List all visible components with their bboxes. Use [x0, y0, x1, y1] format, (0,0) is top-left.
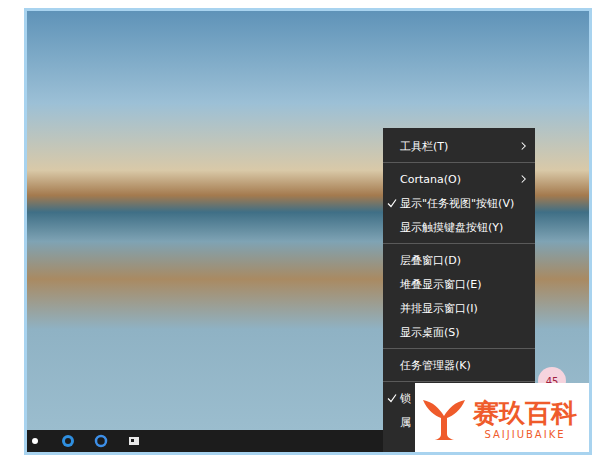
edge-icon[interactable] [60, 433, 76, 449]
menu-item-label: 显示触摸键盘按钮(Y) [400, 220, 527, 235]
cortana-icon[interactable] [93, 433, 109, 449]
whale-tail-logo-icon [419, 394, 469, 444]
menu-separator [383, 243, 535, 244]
menu-item[interactable]: 任务管理器(K) [383, 353, 535, 377]
page: 工具栏(T) Cortana(O) 显示"任务视图"按钮(V) 显示触摸键盘按钮… [0, 0, 600, 465]
menu-separator [383, 381, 535, 382]
check-mark-icon [383, 393, 400, 403]
menu-item[interactable]: 层叠窗口(D) [383, 248, 535, 272]
check-mark-icon [383, 198, 400, 208]
menu-item-label: 堆叠显示窗口(E) [400, 277, 527, 292]
watermark-title: 赛玖百科 [473, 398, 577, 429]
watermark-subtitle: SAIJIUBAIKE [484, 429, 565, 440]
menu-item-label: Cortana(O) [400, 173, 520, 186]
start-icon[interactable] [27, 433, 43, 449]
menu-item[interactable]: Cortana(O) [383, 167, 535, 191]
menu-item-label: 工具栏(T) [400, 139, 520, 154]
menu-item[interactable]: 工具栏(T) [383, 134, 535, 158]
menu-separator [383, 162, 535, 163]
menu-item[interactable]: 显示触摸键盘按钮(Y) [383, 215, 535, 239]
menu-item-label: 并排显示窗口(I) [400, 301, 527, 316]
menu-item[interactable]: 显示桌面(S) [383, 320, 535, 344]
menu-separator [383, 348, 535, 349]
app-icon[interactable] [126, 433, 142, 449]
menu-item-label: 显示桌面(S) [400, 325, 527, 340]
menu-item[interactable]: 显示"任务视图"按钮(V) [383, 191, 535, 215]
watermark: 赛玖百科 SAIJIUBAIKE [415, 383, 592, 455]
menu-item-label: 显示"任务视图"按钮(V) [400, 196, 527, 211]
menu-item[interactable]: 并排显示窗口(I) [383, 296, 535, 320]
chevron-right-icon [520, 174, 527, 184]
screenshot-frame: 工具栏(T) Cortana(O) 显示"任务视图"按钮(V) 显示触摸键盘按钮… [24, 8, 592, 455]
menu-item-label: 任务管理器(K) [400, 358, 527, 373]
chevron-right-icon [520, 141, 527, 151]
menu-item-label: 层叠窗口(D) [400, 253, 527, 268]
menu-item[interactable]: 堆叠显示窗口(E) [383, 272, 535, 296]
